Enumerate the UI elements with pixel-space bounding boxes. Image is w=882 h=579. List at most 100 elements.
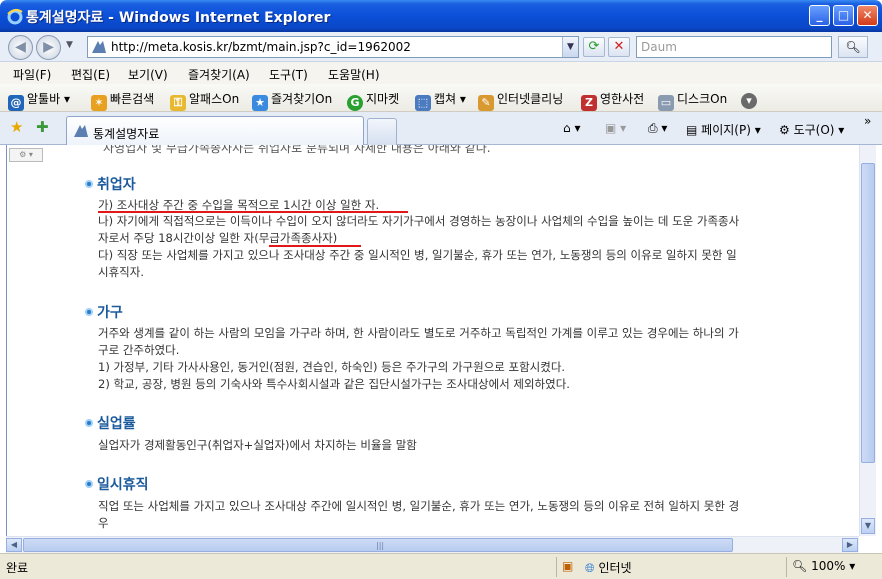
- horizontal-scrollbar[interactable]: ◀ ||| ▶: [6, 536, 859, 553]
- capture-button[interactable]: ⬚ 캡쳐 ▾: [415, 90, 466, 111]
- dictionary-button[interactable]: Z 영한사전: [581, 90, 644, 111]
- bullet-icon: [85, 308, 93, 316]
- ie-logo-icon: [7, 8, 23, 25]
- partial-text-line: 자영업자 및 무급가족종사자는 취업자로 분류되며 자세한 내용은 아래와 같다…: [103, 145, 491, 155]
- section-title-unemployment-rate: 실업률: [85, 413, 136, 433]
- refresh-icon: ⟳: [588, 39, 600, 54]
- status-separator: [786, 557, 787, 577]
- leave-line-2: 우: [98, 516, 109, 530]
- scroll-down-button[interactable]: ▼: [861, 518, 875, 534]
- section-title-employed: 취업자: [85, 174, 136, 194]
- back-button[interactable]: ◀: [8, 35, 33, 60]
- household-line-4: 2) 학교, 공장, 병원 등의 기숙사와 특수사회시설과 같은 집단시설가구는…: [98, 377, 570, 391]
- rss-icon: ▣: [605, 121, 617, 135]
- maximize-button[interactable]: □: [833, 5, 854, 26]
- household-line-3: 1) 가정부, 기타 가사사용인, 동거인(점원, 견습인, 하숙인) 등은 주…: [98, 360, 566, 374]
- internet-cleaning-button[interactable]: ✎ 인터넷클리닝: [478, 90, 563, 111]
- zoom-icon: 🔍︎: [792, 559, 808, 573]
- minimize-button[interactable]: _: [809, 5, 830, 26]
- vertical-scrollbar[interactable]: ▼: [859, 145, 876, 536]
- zoom-control[interactable]: 🔍︎ 100% ▾: [792, 559, 855, 573]
- household-line-2: 구로 간주하였다.: [98, 343, 180, 357]
- household-line-1: 거주와 생계를 같이 하는 사람의 모임을 가구라 하며, 한 사람이라도 별도…: [98, 326, 739, 340]
- menu-edit[interactable]: 편집(E): [71, 66, 110, 83]
- toolbar-overflow-button[interactable]: »: [864, 114, 871, 128]
- capture-icon: ⬚: [415, 95, 431, 111]
- employed-line-2: 나) 자기에게 직접적으로는 이득이나 수입이 오지 않더라도 자기가구에서 경…: [98, 214, 740, 228]
- forward-arrow-icon: ▶: [43, 39, 54, 55]
- refresh-button[interactable]: ⟳: [583, 37, 605, 57]
- home-button[interactable]: ⌂ ▾: [563, 121, 580, 135]
- address-input[interactable]: http://meta.kosis.kr/bzmt/main.jsp?c_id=…: [87, 36, 579, 58]
- bullet-icon: [85, 419, 93, 427]
- globe-icon: 🌐︎: [585, 561, 595, 575]
- address-toolbar: ◀ ▶ ▼ http://meta.kosis.kr/bzmt/main.jsp…: [0, 32, 882, 62]
- quick-search-icon: ✶: [91, 95, 107, 111]
- url-text: http://meta.kosis.kr/bzmt/main.jsp?c_id=…: [111, 40, 411, 54]
- printer-icon: ⎙: [648, 121, 658, 135]
- security-zone[interactable]: 🌐︎ 인터넷: [585, 559, 632, 576]
- add-favorite-button[interactable]: ✚: [36, 118, 49, 136]
- favorites-star-icon: ★: [10, 118, 24, 136]
- home-icon: ⌂: [563, 121, 571, 135]
- forward-button[interactable]: ▶: [36, 35, 61, 60]
- scroll-grip-icon: |||: [376, 541, 385, 550]
- print-button[interactable]: ⎙ ▾: [648, 121, 667, 136]
- tab-bar: ★ ✚ 통계설명자료 ⌂ ▾ ▣ ▾ ⎙ ▾ ▤ 페이지(P) ▾ ⚙ 도구(O…: [0, 112, 882, 145]
- favorites-center-button[interactable]: ★: [10, 118, 23, 136]
- gmarket-icon: G: [347, 95, 363, 111]
- search-icon: 🔍︎: [845, 40, 861, 54]
- tools-menu-button[interactable]: ⚙ 도구(O) ▾: [779, 121, 844, 138]
- back-arrow-icon: ◀: [15, 39, 26, 55]
- menu-help[interactable]: 도움말(H): [328, 66, 380, 83]
- employed-line-4: 다) 직장 또는 사업체를 가지고 있으나 조사대상 주간 중 일시적인 병, …: [98, 248, 737, 262]
- bullet-icon: [85, 480, 93, 488]
- menu-bar: 파일(F) 편집(E) 보기(V) 즐겨찾기(A) 도구(T) 도움말(H): [0, 62, 882, 84]
- links-toolbar: @ 알툴바 ▾ ✶ 빠른검색 ⚿ 알패스On ★ 즐겨찾기On G 지마켓 ⬚ 캡쳐 ▾ ✎…: [0, 84, 882, 112]
- close-button[interactable]: ✕: [857, 5, 878, 26]
- broom-icon: ✎: [478, 95, 494, 111]
- dictionary-icon: Z: [581, 95, 597, 111]
- disk-icon: ▭: [658, 95, 674, 111]
- vertical-scroll-thumb[interactable]: [861, 163, 875, 463]
- disk-on-button[interactable]: ▭ 디스크On: [658, 90, 727, 111]
- search-button[interactable]: 🔍︎: [838, 36, 868, 58]
- tab-title: 통계설명자료: [93, 127, 160, 141]
- search-input[interactable]: Daum: [636, 36, 832, 58]
- altoolbar-button[interactable]: @ 알툴바 ▾: [8, 90, 70, 111]
- section-title-temporary-leave: 일시휴직: [85, 474, 149, 494]
- menu-view[interactable]: 보기(V): [128, 66, 168, 83]
- gmarket-button[interactable]: G 지마켓: [347, 90, 399, 111]
- status-separator: [556, 557, 557, 577]
- chevron-down-icon: ▾: [741, 93, 757, 109]
- address-dropdown-icon[interactable]: ▼: [562, 37, 578, 57]
- new-tab-button[interactable]: [367, 118, 397, 145]
- scroll-left-button[interactable]: ◀: [6, 538, 22, 552]
- quick-search-button[interactable]: ✶ 빠른검색: [91, 90, 154, 111]
- stop-button[interactable]: ✕: [608, 37, 630, 57]
- toolbar-more-button[interactable]: ▾: [741, 90, 760, 109]
- alpass-button[interactable]: ⚿ 알패스On: [170, 90, 239, 111]
- window-titlebar[interactable]: 통계설명자료 - Windows Internet Explorer _ □ ✕: [0, 0, 882, 32]
- tab-active[interactable]: 통계설명자료: [66, 116, 364, 145]
- star-icon: ★: [252, 95, 268, 111]
- altoolbar-icon: @: [8, 95, 24, 111]
- page-menu-button[interactable]: ▤ 페이지(P) ▾: [686, 121, 761, 138]
- window-title: 통계설명자료 - Windows Internet Explorer: [26, 10, 331, 26]
- gear-icon: ⚙: [779, 123, 790, 137]
- menu-tools[interactable]: 도구(T): [269, 66, 308, 83]
- page-content[interactable]: 자영업자 및 무급가족종사자는 취업자로 분류되며 자세한 내용은 아래와 같다…: [6, 145, 859, 536]
- menu-favorites[interactable]: 즐겨찾기(A): [188, 66, 250, 83]
- page-icon: ▤: [686, 123, 698, 137]
- favorites-on-button[interactable]: ★ 즐겨찾기On: [252, 90, 332, 111]
- stop-icon: ✕: [613, 39, 625, 54]
- status-bar: 완료 ▣ 🌐︎ 인터넷 🔍︎ 100% ▾: [0, 553, 882, 579]
- menu-file[interactable]: 파일(F): [13, 66, 51, 83]
- popup-blocker-icon[interactable]: ▣: [562, 559, 573, 573]
- feeds-button[interactable]: ▣ ▾: [605, 121, 626, 135]
- page-mini-control[interactable]: ⚙ ▾: [9, 148, 43, 162]
- history-dropdown-icon[interactable]: ▼: [66, 40, 73, 50]
- status-text: 완료: [6, 561, 29, 575]
- scroll-right-button[interactable]: ▶: [842, 538, 858, 552]
- chevron-right-icon: »: [864, 114, 872, 128]
